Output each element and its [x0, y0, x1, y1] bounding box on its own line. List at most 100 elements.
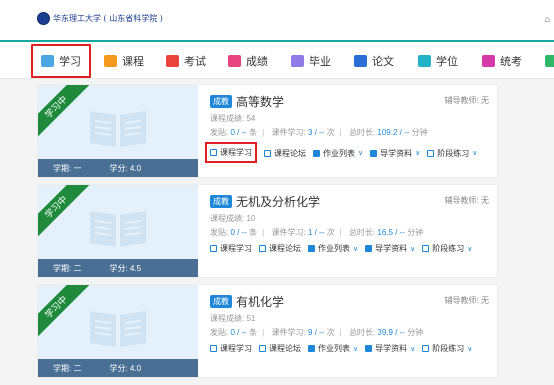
course-type-badge: 成教	[210, 95, 232, 108]
course-study-button[interactable]: 课程学习	[210, 343, 252, 354]
tutor-label: 辅导教师: 无	[444, 196, 489, 205]
book-icon	[90, 211, 146, 247]
time-unit: 分钟	[407, 328, 424, 337]
nav-item-unified-exam[interactable]: 统考	[482, 51, 522, 71]
nav-item-graduation[interactable]: 毕业	[291, 51, 331, 71]
nav-item-exam[interactable]: 考试	[166, 51, 206, 71]
folder-icon	[308, 245, 315, 252]
term-label: 学期: 二	[53, 263, 82, 273]
materials-icon	[365, 245, 373, 252]
study-action-icon	[210, 245, 217, 252]
action-label: 课程学习	[220, 148, 252, 157]
term-label: 学期: 二	[53, 363, 82, 373]
course-info: 成教 有机化学 辅导教师: 无 课程成绩: 51 发贴: 0 / -- 条 | 课…	[210, 285, 497, 377]
study-value: 3 / --	[307, 128, 325, 137]
study-value: 1 / --	[307, 228, 325, 237]
nav-item-label: 统考	[500, 56, 522, 68]
course-forum-link[interactable]: 课程论坛	[259, 243, 301, 254]
time-unit: 分钟	[411, 128, 428, 137]
course-icon	[104, 55, 117, 67]
homework-list-dropdown[interactable]: 作业列表 ∨	[308, 243, 358, 254]
nav-item-label: 论文	[372, 56, 394, 68]
posts-unit: 条	[249, 328, 258, 337]
action-label: 导学资料	[375, 244, 408, 253]
course-title[interactable]: 高等数学	[236, 93, 284, 110]
nav-item-degree[interactable]: 学位	[418, 51, 458, 71]
stage-practice-dropdown[interactable]: 阶段练习 ∨	[422, 343, 472, 354]
action-label: 课程学习	[220, 244, 252, 253]
study-label: 课件学习:	[271, 328, 306, 337]
study-label: 课件学习:	[271, 228, 306, 237]
book-icon	[90, 111, 146, 147]
status-ribbon: 学习中	[38, 185, 90, 241]
course-forum-link[interactable]: 课程论坛	[259, 343, 301, 354]
time-label: 总时长:	[348, 228, 376, 237]
chevron-down-icon: ∨	[415, 150, 421, 157]
study-unit: 次	[326, 128, 335, 137]
forum-icon	[264, 149, 271, 157]
course-info: 成教 高等数学 辅导教师: 无 课程成绩: 54 发贴: 0 / -- 条 | 课…	[205, 85, 497, 177]
course-actions: 课程学习 课程论坛 作业列表 ∨ 导学资料 ∨ 阶段练习 ∨	[210, 243, 472, 254]
nav-item-more[interactable]	[545, 51, 554, 71]
credit-label: 学分: 4.5	[109, 263, 142, 273]
course-title[interactable]: 有机化学	[236, 293, 284, 310]
course-card: 学习中 学期: 二 学分: 4.0 成教 有机化学 辅导教师: 无 课程成绩: …	[37, 284, 498, 378]
home-icon[interactable]: ⌂	[545, 14, 550, 24]
nav-item-thesis[interactable]: 论文	[354, 51, 394, 71]
course-card: 学习中 学期: 一 学分: 4.0 成教 高等数学 辅导教师: 无 课程成绩: …	[37, 84, 498, 178]
course-thumbnail[interactable]: 学习中 学期: 一 学分: 4.0	[38, 85, 198, 177]
course-actions: 课程学习 课程论坛 作业列表 ∨ 导学资料 ∨ 阶段练习 ∨	[205, 142, 477, 163]
posts-label: 发贴:	[210, 328, 229, 337]
action-label: 阶段练习	[437, 148, 470, 158]
course-study-button[interactable]: 课程学习	[210, 243, 252, 254]
nav-item-study[interactable]: 学习	[31, 44, 91, 78]
course-title[interactable]: 无机及分析化学	[236, 193, 320, 210]
homework-list-dropdown[interactable]: 作业列表 ∨	[308, 343, 358, 354]
course-stats: 发贴: 0 / -- 条 | 课件学习: 1 / -- 次 | 总时长: 16.5 …	[210, 228, 424, 237]
course-info: 成教 无机及分析化学 辅导教师: 无 课程成绩: 10 发贴: 0 / -- 条…	[210, 185, 497, 277]
course-stats: 发贴: 0 / -- 条 | 课件学习: 3 / -- 次 | 总时长: 109.2…	[210, 128, 428, 137]
action-label: 课程论坛	[274, 148, 306, 158]
graduation-icon	[291, 55, 304, 67]
credit-label: 学分: 4.0	[109, 163, 142, 173]
action-label: 课程论坛	[269, 244, 301, 253]
nav-item-label: 毕业	[309, 56, 331, 68]
stage-practice-dropdown[interactable]: 阶段练习 ∨	[427, 148, 477, 159]
study-materials-dropdown[interactable]: 导学资料 ∨	[365, 343, 415, 354]
materials-icon	[370, 149, 378, 157]
degree-icon	[418, 55, 431, 67]
chevron-down-icon: ∨	[467, 245, 473, 253]
action-label: 作业列表	[318, 344, 350, 353]
study-materials-dropdown[interactable]: 导学资料 ∨	[365, 243, 415, 254]
stage-practice-dropdown[interactable]: 阶段练习 ∨	[422, 243, 472, 254]
university-logo[interactable]: 华东理工大学 ( 山东省科学院 )	[37, 12, 163, 25]
chevron-down-icon: ∨	[472, 150, 478, 157]
study-materials-dropdown[interactable]: 导学资料 ∨	[370, 148, 420, 159]
course-forum-link[interactable]: 课程论坛	[264, 148, 306, 159]
tutor-label: 辅导教师: 无	[444, 96, 489, 105]
course-thumbnail[interactable]: 学习中 学期: 二 学分: 4.5	[38, 185, 198, 277]
action-label: 作业列表	[323, 148, 355, 158]
action-label: 课程学习	[220, 344, 252, 353]
action-label: 导学资料	[380, 148, 413, 158]
nav-item-course[interactable]: 课程	[104, 51, 144, 71]
posts-value: 0 / --	[230, 128, 247, 137]
forum-icon	[259, 245, 266, 252]
nav-item-grade[interactable]: 成绩	[228, 51, 268, 71]
study-unit: 次	[326, 328, 335, 337]
chevron-down-icon: ∨	[410, 345, 416, 353]
course-actions: 课程学习 课程论坛 作业列表 ∨ 导学资料 ∨ 阶段练习 ∨	[210, 343, 472, 354]
posts-value: 0 / --	[230, 228, 247, 237]
posts-label: 发贴:	[210, 228, 229, 237]
course-study-button[interactable]: 课程学习	[205, 142, 257, 163]
exam-icon	[166, 55, 179, 67]
course-thumbnail[interactable]: 学习中 学期: 二 学分: 4.0	[38, 285, 198, 377]
top-bar: 华东理工大学 ( 山东省科学院 ) ⌂	[0, 0, 554, 40]
posts-label: 发贴:	[210, 128, 229, 137]
nav-item-label: 课程	[122, 56, 144, 68]
homework-list-dropdown[interactable]: 作业列表 ∨	[313, 148, 363, 159]
study-action-icon	[210, 345, 217, 352]
action-label: 课程论坛	[269, 344, 301, 353]
study-label: 课件学习:	[271, 128, 306, 137]
action-label: 阶段练习	[432, 344, 465, 353]
